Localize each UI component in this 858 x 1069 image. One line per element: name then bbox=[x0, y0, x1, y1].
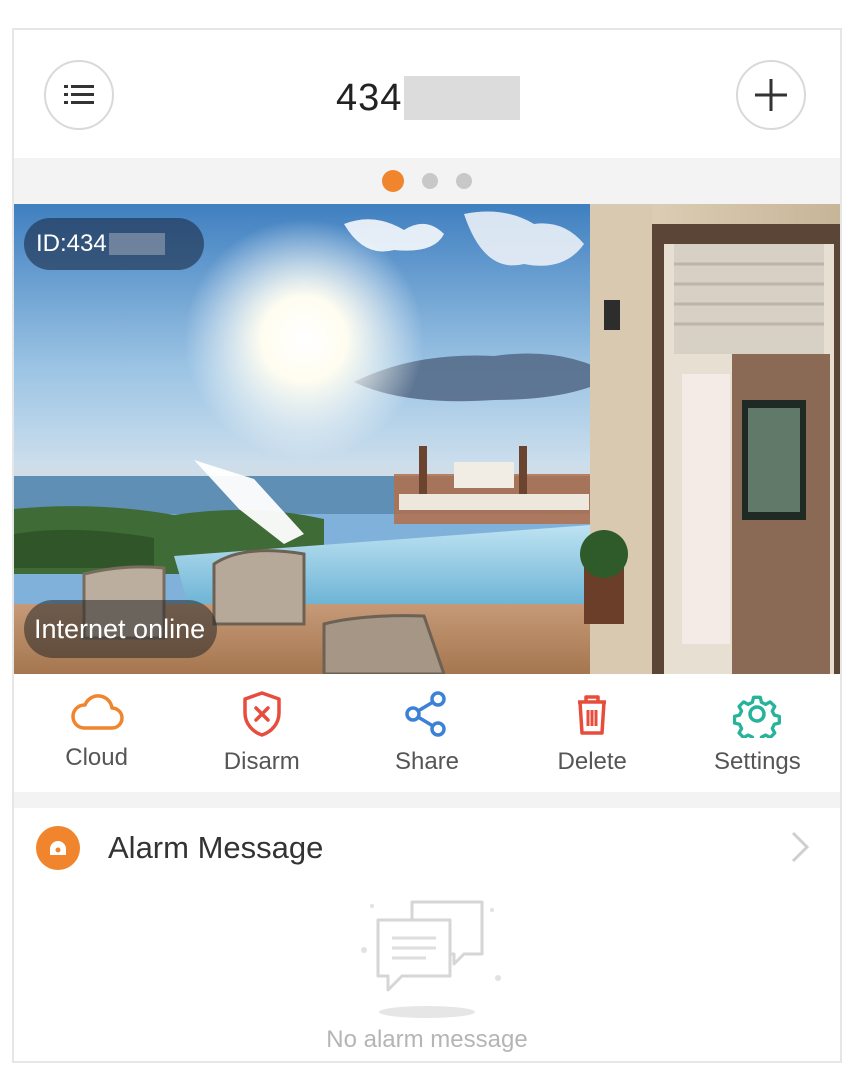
device-id-badge: ID:434 bbox=[24, 218, 204, 270]
share-icon bbox=[405, 691, 446, 737]
connection-status-text: Internet online bbox=[34, 613, 206, 644]
device-title: 434 bbox=[336, 74, 521, 122]
top-bar: 434 bbox=[14, 30, 840, 158]
redacted-title-mask bbox=[404, 76, 521, 120]
settings-label: Settings bbox=[714, 748, 801, 775]
connection-status-badge: Internet online bbox=[24, 600, 218, 658]
device-panel: 434 ID:434 Internet online Cloud Disarm … bbox=[12, 28, 842, 1063]
share-button[interactable]: Share bbox=[344, 674, 509, 794]
alarm-message-row[interactable]: Alarm Message bbox=[14, 808, 840, 888]
cloud-button[interactable]: Cloud bbox=[14, 674, 179, 794]
delete-button[interactable]: Delete bbox=[510, 674, 675, 794]
page-dot[interactable] bbox=[422, 173, 438, 189]
redacted-id-mask bbox=[108, 233, 165, 255]
page-dot[interactable] bbox=[456, 173, 472, 189]
page-indicator bbox=[14, 158, 840, 204]
page-dot-active[interactable] bbox=[382, 170, 404, 192]
delete-label: Delete bbox=[557, 748, 627, 775]
alarm-message-title: Alarm Message bbox=[108, 830, 324, 865]
device-id-text: ID:434 bbox=[36, 230, 107, 257]
share-label: Share bbox=[394, 748, 460, 775]
cloud-label: Cloud bbox=[65, 744, 128, 771]
add-device-button[interactable] bbox=[736, 60, 806, 130]
empty-alarm-text: No alarm message bbox=[326, 1026, 528, 1053]
list-icon bbox=[64, 85, 94, 104]
plus-icon bbox=[755, 79, 787, 111]
cloud-icon bbox=[70, 694, 124, 730]
settings-button[interactable]: Settings bbox=[675, 674, 840, 794]
gear-icon bbox=[733, 695, 782, 738]
action-bar: Cloud Disarm Share Delete Settings bbox=[14, 674, 840, 794]
camera-preview[interactable]: ID:434 Internet online bbox=[14, 204, 840, 674]
chevron-right-icon bbox=[791, 831, 810, 863]
shield-x-icon bbox=[243, 691, 281, 737]
empty-chat-illustration bbox=[361, 900, 501, 1018]
disarm-label: Disarm bbox=[223, 748, 300, 775]
disarm-button[interactable]: Disarm bbox=[179, 674, 344, 794]
trash-icon bbox=[578, 695, 607, 735]
device-title-text: 434 bbox=[336, 76, 403, 119]
section-divider bbox=[14, 792, 840, 808]
alarm-icon bbox=[36, 826, 80, 870]
menu-button[interactable] bbox=[44, 60, 114, 130]
